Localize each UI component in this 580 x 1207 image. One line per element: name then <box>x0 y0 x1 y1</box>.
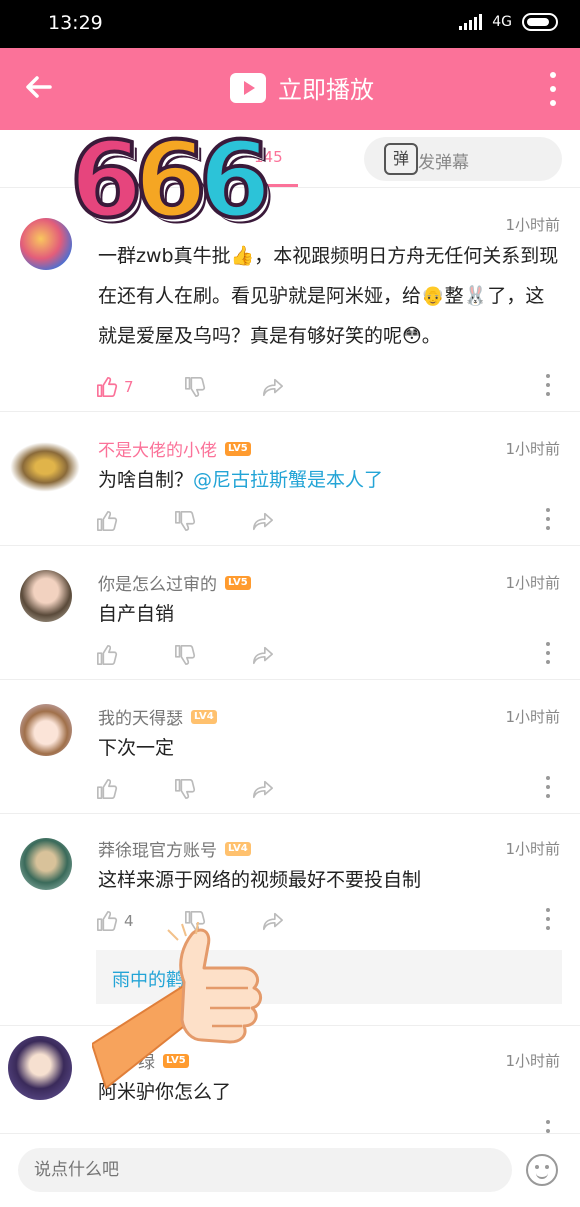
comment-input[interactable] <box>18 1148 512 1192</box>
comment-more-icon[interactable] <box>544 642 552 664</box>
dislike-button[interactable] <box>174 508 196 534</box>
battery-icon <box>522 13 558 31</box>
username-label: 我的天得瑟 <box>98 709 183 729</box>
share-button[interactable] <box>252 776 274 802</box>
like-button[interactable]: 7 <box>96 374 134 400</box>
thumbs-down-icon <box>185 377 206 397</box>
thumbs-down-icon <box>175 511 196 531</box>
network-label: 4G <box>492 14 512 30</box>
comment-item: 我的天得瑟 LV4 1小时前 下次一定 <box>0 680 580 814</box>
thumbs-up-icon <box>97 779 118 799</box>
like-count: 7 <box>124 378 134 396</box>
mention-link[interactable]: @尼古拉斯蟹是本人了 <box>193 469 383 491</box>
dislike-button[interactable] <box>174 776 196 802</box>
comment-time: 1小时前 <box>505 574 560 592</box>
more-options-icon[interactable] <box>548 72 558 106</box>
comment-time: 1小时前 <box>505 440 560 458</box>
comment-username[interactable]: 你是怎么过审的 LV5 <box>98 570 251 595</box>
avatar[interactable] <box>8 1036 72 1100</box>
comment-item: 莽徐琨官方账号 LV4 1小时前 这样来源于网络的视频最好不要投自制 4 雨中的… <box>0 814 580 1026</box>
username-label: 莽徐琨官方账号 <box>98 841 217 861</box>
comment-actions <box>96 642 566 668</box>
comment-time: 1小时前 <box>505 1052 560 1070</box>
level-badge: LV5 <box>225 575 251 590</box>
share-arrow-icon <box>263 378 283 397</box>
comment-item: 绿 LV5 1小时前 阿米驴你怎么了 <box>0 1026 580 1142</box>
thumbs-down-icon <box>175 779 196 799</box>
status-icons: 4G <box>459 13 558 31</box>
thumbs-down-icon <box>175 645 196 665</box>
tv-play-icon <box>230 72 266 103</box>
dislike-button[interactable] <box>184 374 206 400</box>
comment-more-icon[interactable] <box>544 776 552 798</box>
thumbs-up-icon <box>97 377 118 397</box>
share-arrow-icon <box>253 512 273 531</box>
comment-actions <box>96 508 566 534</box>
like-button[interactable] <box>96 508 118 534</box>
thumbs-up-icon <box>97 645 118 665</box>
username-label: 你是怎么过审的 <box>98 575 217 595</box>
comment-username[interactable]: 莽徐琨官方账号 LV4 <box>98 836 251 861</box>
comment-time: 1小时前 <box>505 708 560 726</box>
share-button[interactable] <box>252 508 274 534</box>
share-arrow-icon <box>253 780 273 799</box>
top-app-bar: 立即播放 <box>0 48 580 130</box>
comment-more-icon[interactable] <box>544 374 552 396</box>
play-now-label: 立即播放 <box>278 76 374 104</box>
level-badge: LV4 <box>225 841 251 856</box>
back-arrow-icon[interactable] <box>22 70 58 106</box>
comment-text: 一群zwb真牛批👍，本视跟频明日方舟无任何关系到现在还有人在刷。看见驴就是阿米娅… <box>98 245 559 347</box>
signal-icon <box>459 14 483 30</box>
like-button[interactable] <box>96 776 118 802</box>
comment-item: 1小时前 一群zwb真牛批👍，本视跟频明日方舟无任何关系到现在还有人在刷。看见驴… <box>0 190 580 412</box>
avatar[interactable] <box>20 704 72 756</box>
level-badge: LV5 <box>225 441 251 456</box>
avatar[interactable] <box>20 218 72 270</box>
share-button[interactable] <box>262 374 284 400</box>
share-arrow-icon <box>253 646 273 665</box>
comment-time: 1小时前 <box>505 840 560 858</box>
comment-username[interactable]: 不是大佬的小佬 LV5 <box>98 436 251 461</box>
comment-text: 为啥自制？@尼古拉斯蟹是本人了 <box>98 460 560 500</box>
comment-more-icon[interactable] <box>544 508 552 530</box>
comment-item: 你是怎么过审的 LV5 1小时前 自产自销 <box>0 546 580 680</box>
comment-body: 为啥自制？ <box>98 469 194 491</box>
share-button[interactable] <box>252 642 274 668</box>
comment-time: 1小时前 <box>505 216 560 234</box>
comment-more-icon[interactable] <box>544 908 552 930</box>
comment-text: 下次一定 <box>98 737 175 759</box>
danmaku-toggle-icon[interactable]: 弹 <box>384 143 418 175</box>
thumbs-up-icon <box>97 511 118 531</box>
danmaku-input-button[interactable]: 点我发弹幕 弹 <box>364 137 562 181</box>
avatar[interactable] <box>20 838 72 890</box>
status-time: 13:29 <box>48 12 103 34</box>
comment-item: 不是大佬的小佬 LV5 1小时前 为啥自制？@尼古拉斯蟹是本人了 <box>0 412 580 546</box>
comment-actions: 7 <box>96 374 566 400</box>
dislike-button[interactable] <box>174 642 196 668</box>
comment-composer <box>0 1133 580 1207</box>
comment-username[interactable]: 我的天得瑟 LV4 <box>98 704 217 729</box>
avatar[interactable] <box>10 442 80 492</box>
status-bar: 13:29 4G <box>0 0 580 48</box>
comment-actions <box>96 776 566 802</box>
avatar[interactable] <box>20 570 72 622</box>
comment-text: 自产自销 <box>98 603 175 625</box>
level-badge: LV4 <box>191 709 217 724</box>
username-label: 不是大佬的小佬 <box>98 441 217 461</box>
thumbs-up-hand-sticker <box>90 921 272 1102</box>
emoji-icon[interactable] <box>526 1154 558 1186</box>
comment-text: 这样来源于网络的视频最好不要投自制 <box>98 869 422 891</box>
play-now-button[interactable]: 立即播放 <box>230 70 374 105</box>
like-button[interactable] <box>96 642 118 668</box>
